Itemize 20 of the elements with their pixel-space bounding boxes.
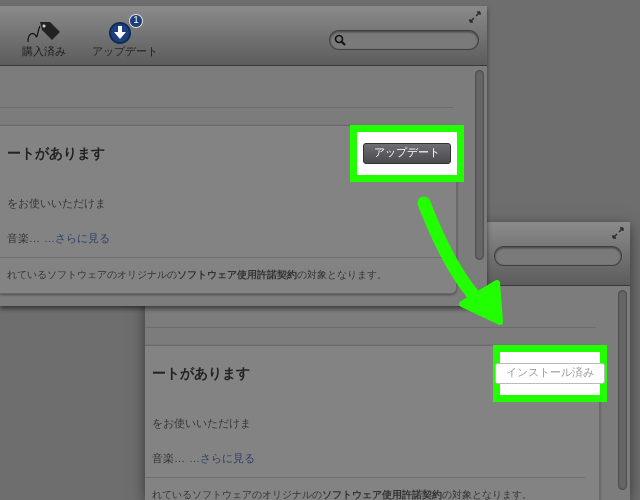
license-text: れているソフトウェアのオリジナルのソフトウェア使用許諾契約の対象となります。 bbox=[151, 488, 533, 500]
scrollbar[interactable] bbox=[475, 70, 484, 260]
toolbar-tab[interactable]: 購入済み bbox=[20, 18, 68, 59]
update-heading: ートがあります bbox=[6, 144, 105, 163]
scrollbar[interactable] bbox=[618, 290, 627, 490]
more-link[interactable]: …さらに見る bbox=[44, 230, 110, 247]
fullscreen-icon bbox=[469, 11, 481, 23]
description-text: をお使いいただけま bbox=[6, 197, 107, 212]
update-button[interactable]: アップデート bbox=[363, 143, 451, 164]
fullscreen-icon bbox=[612, 227, 624, 239]
description-text: 音楽… bbox=[152, 452, 185, 466]
description-text: をお使いいただけま bbox=[151, 417, 252, 432]
search-icon bbox=[334, 34, 346, 46]
license-text: れているソフトウェアのオリジナルのソフトウェア使用許諾契約の対象となります。 bbox=[6, 268, 388, 283]
description-text: 音楽… bbox=[7, 232, 40, 246]
count-badge: 1 bbox=[129, 14, 143, 28]
update-heading: ートがあります bbox=[151, 364, 250, 383]
more-link[interactable]: …さらに見る bbox=[189, 450, 255, 467]
search-field[interactable] bbox=[329, 30, 479, 50]
search-field[interactable] bbox=[494, 246, 622, 266]
